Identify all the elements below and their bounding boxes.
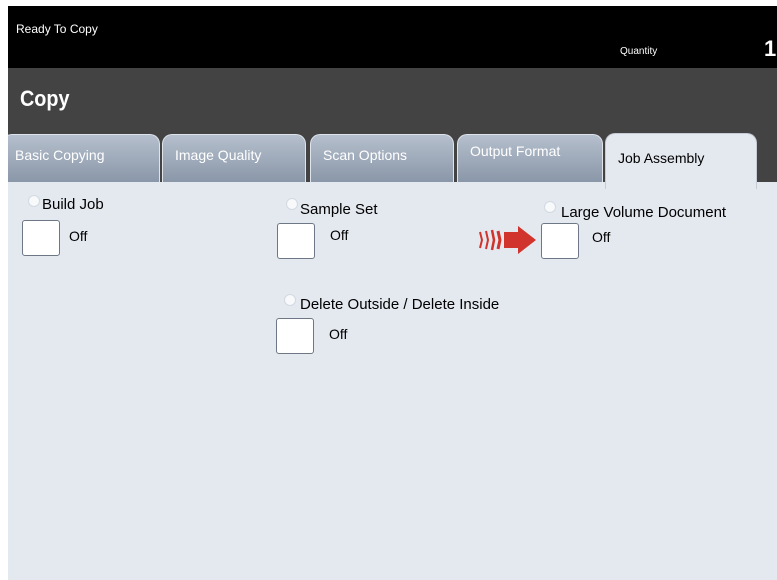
build-job-value: Off [69, 228, 88, 244]
tab-job-assembly[interactable]: Job Assembly [605, 133, 757, 189]
sample-set-button[interactable] [277, 223, 315, 259]
sample-set-label: Sample Set [300, 201, 378, 218]
build-job-button[interactable] [22, 220, 60, 256]
info-dot-icon [284, 294, 296, 306]
tab-basic-copying[interactable]: Basic Copying [8, 134, 160, 182]
machine-status: Ready To Copy [16, 22, 98, 36]
tab-scan-options[interactable]: Scan Options [310, 134, 454, 182]
tab-image-quality[interactable]: Image Quality [162, 134, 306, 182]
copier-screen: Ready To Copy Quantity 1 Copy Basic Copy… [8, 6, 777, 580]
sample-set-value: Off [330, 227, 349, 243]
quantity-value[interactable]: 1 [764, 36, 776, 62]
delete-outside-button[interactable] [276, 318, 314, 354]
info-dot-icon [286, 198, 298, 210]
info-dot-icon [544, 201, 556, 213]
tab-output-format[interactable]: Output Format [457, 134, 603, 182]
delete-outside-label: Delete Outside / Delete Inside [300, 296, 500, 313]
large-volume-label: Large Volume Document [561, 204, 727, 221]
large-volume-button[interactable] [541, 223, 579, 259]
job-assembly-panel [8, 182, 777, 580]
large-volume-value: Off [592, 229, 611, 245]
page-title: Copy [20, 86, 70, 111]
arrow-right-icon [479, 226, 536, 254]
delete-outside-value: Off [329, 326, 348, 342]
build-job-label: Build Job [42, 196, 104, 213]
info-dot-icon [28, 195, 40, 207]
status-bar: Ready To Copy Quantity 1 [8, 6, 777, 68]
quantity-label: Quantity [620, 46, 658, 57]
